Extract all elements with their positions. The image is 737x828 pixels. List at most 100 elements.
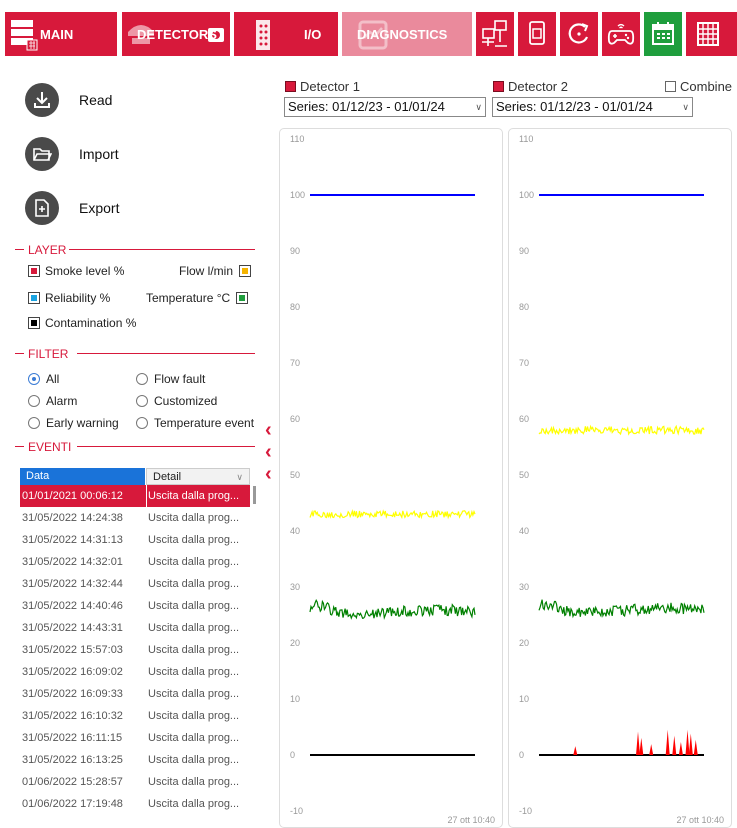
y-tick-label: 70 (519, 358, 529, 368)
diagnostics-tab[interactable]: DIAGNOSTICS (342, 12, 472, 56)
y-tick-label: 0 (290, 750, 295, 760)
col-detail-label: Detail (153, 471, 182, 483)
gamepad-button[interactable] (602, 12, 640, 56)
grid-button[interactable] (686, 12, 737, 56)
series1-value: Series: 01/12/23 - 01/01/24 (288, 99, 445, 114)
table-row[interactable]: 31/05/2022 16:10:32 Uscita dalla prog... (20, 705, 250, 727)
event-detail: Uscita dalla prog... (148, 754, 240, 766)
col-data-header[interactable]: Data (20, 468, 146, 485)
chevron-down-icon: ∨ (682, 102, 689, 112)
combine-checkbox[interactable] (665, 81, 676, 92)
read-button[interactable]: Read (25, 83, 112, 117)
import-button[interactable]: Import (25, 137, 119, 171)
smoke-spike (693, 739, 698, 755)
filter-all-radio[interactable]: All (28, 372, 59, 386)
table-row[interactable]: 01/01/2021 00:06:12 Uscita dalla prog... (20, 485, 250, 507)
detector2-checkbox[interactable] (493, 81, 504, 92)
smoke-spike (685, 729, 690, 755)
y-tick-label: 100 (519, 190, 534, 200)
y-tick-label: -10 (519, 806, 532, 816)
refresh-button[interactable] (560, 12, 598, 56)
table-row[interactable]: 31/05/2022 16:09:33 Uscita dalla prog... (20, 683, 250, 705)
radio-icon (136, 417, 148, 429)
filter-flow-fault-radio[interactable]: Flow fault (136, 372, 205, 386)
y-tick-label: 110 (519, 134, 533, 144)
filter-early-warning-label: Early warning (46, 416, 119, 430)
detectors-tab[interactable]: DETECTORS (122, 12, 230, 56)
combine-toggle[interactable]: Combine (665, 79, 732, 94)
filter-temperature-event-radio[interactable]: Temperature event (136, 416, 254, 430)
layer-temperature[interactable]: Temperature °C (146, 291, 249, 305)
detector1-toggle[interactable]: Detector 1 (285, 79, 360, 94)
import-label: Import (79, 146, 119, 162)
filter-customized-radio[interactable]: Customized (136, 394, 217, 408)
table-row[interactable]: 31/05/2022 14:32:44 Uscita dalla prog... (20, 573, 250, 595)
radio-icon (136, 395, 148, 407)
server-icon (11, 20, 38, 51)
event-date: 31/05/2022 16:11:15 (22, 732, 123, 744)
event-detail: Uscita dalla prog... (148, 644, 240, 656)
event-detail: Uscita dalla prog... (147, 485, 250, 507)
detector1-chart[interactable]: 110 100 90 80 70 60 50 40 30 20 10 0 -10 27 ott 10:40 (279, 128, 503, 828)
contamination-checkbox[interactable] (28, 317, 40, 329)
y-tick-label: 110 (290, 134, 304, 144)
event-detail: Uscita dalla prog... (148, 578, 240, 590)
table-row[interactable]: 31/05/2022 14:40:46 Uscita dalla prog... (20, 595, 250, 617)
series1-select[interactable]: Series: 01/12/23 - 01/01/24 ∨ (284, 97, 486, 117)
event-date: 01/01/2021 00:06:12 (20, 485, 146, 507)
export-button[interactable]: Export (25, 191, 119, 225)
table-row[interactable]: 31/05/2022 16:11:15 Uscita dalla prog... (20, 727, 250, 749)
sim-card-button[interactable] (518, 12, 556, 56)
y-tick-label: -10 (290, 806, 303, 816)
combine-label: Combine (680, 79, 733, 94)
network-button[interactable] (476, 12, 514, 56)
events-scrollbar[interactable] (253, 486, 256, 504)
events-table[interactable]: Data Detail ∨ 01/01/2021 00:06:12 Uscita … (20, 468, 258, 822)
y-tick-label: 90 (290, 246, 300, 256)
detector1-checkbox[interactable] (285, 81, 296, 92)
table-row[interactable]: 31/05/2022 14:43:31 Uscita dalla prog... (20, 617, 250, 639)
layer-contamination[interactable]: Contamination % (28, 316, 136, 330)
y-tick-label: 0 (519, 750, 524, 760)
filter-early-warning-radio[interactable]: Early warning (28, 416, 119, 430)
detector2-chart[interactable]: 110 100 90 80 70 60 50 40 30 20 10 0 -10 27 ott 10:40 (508, 128, 732, 828)
table-row[interactable]: 31/05/2022 14:31:13 Uscita dalla prog... (20, 529, 250, 551)
event-detail: Uscita dalla prog... (148, 622, 240, 634)
collapse-chevron-icon[interactable]: ‹ (265, 464, 272, 484)
filter-alarm-label: Alarm (46, 394, 78, 408)
layer-reliability[interactable]: Reliability % (28, 291, 110, 305)
main-tab-label: MAIN (40, 26, 74, 42)
table-row[interactable]: 31/05/2022 14:24:38 Uscita dalla prog... (20, 507, 250, 529)
layer-smoke[interactable]: Smoke level % (28, 264, 124, 278)
main-tab[interactable]: MAIN (5, 12, 117, 56)
collapse-chevron-icon[interactable]: ‹ (265, 420, 272, 440)
temperature-checkbox[interactable] (236, 292, 249, 304)
event-date: 31/05/2022 14:32:01 (22, 556, 123, 568)
flow-checkbox[interactable] (239, 265, 252, 277)
calendar-button[interactable] (644, 12, 682, 56)
table-row[interactable]: 01/06/2022 15:28:57 Uscita dalla prog... (20, 771, 250, 793)
filter-alarm-radio[interactable]: Alarm (28, 394, 77, 408)
sort-arrow-icon: ∨ (236, 472, 243, 482)
detector2-toggle[interactable]: Detector 2 (493, 79, 568, 94)
io-tab[interactable]: I/O (234, 12, 338, 56)
event-detail: Uscita dalla prog... (148, 710, 240, 722)
table-row[interactable]: 31/05/2022 15:57:03 Uscita dalla prog... (20, 639, 250, 661)
table-row[interactable]: 31/05/2022 16:09:02 Uscita dalla prog... (20, 661, 250, 683)
y-tick-label: 70 (290, 358, 300, 368)
events-table-header: Data Detail ∨ (20, 468, 258, 485)
layer-flow[interactable]: Flow l/min (179, 264, 252, 278)
reliability-checkbox[interactable] (28, 292, 40, 304)
table-row[interactable]: 31/05/2022 14:32:01 Uscita dalla prog... (20, 551, 250, 573)
events-title: EVENTI (28, 440, 75, 454)
collapse-chevron-icon[interactable]: ‹ (265, 442, 272, 462)
y-tick-label: 40 (290, 526, 300, 536)
temperature-label: Temperature °C (146, 291, 231, 305)
col-detail-header[interactable]: Detail ∨ (146, 468, 250, 485)
table-row[interactable]: 31/05/2022 16:13:25 Uscita dalla prog... (20, 749, 250, 771)
smoke-checkbox[interactable] (28, 265, 40, 277)
series2-select[interactable]: Series: 01/12/23 - 01/01/24 ∨ (492, 97, 693, 117)
series-line (309, 508, 476, 520)
table-row[interactable]: 01/06/2022 17:19:48 Uscita dalla prog... (20, 793, 250, 815)
y-tick-label: 80 (290, 302, 300, 312)
